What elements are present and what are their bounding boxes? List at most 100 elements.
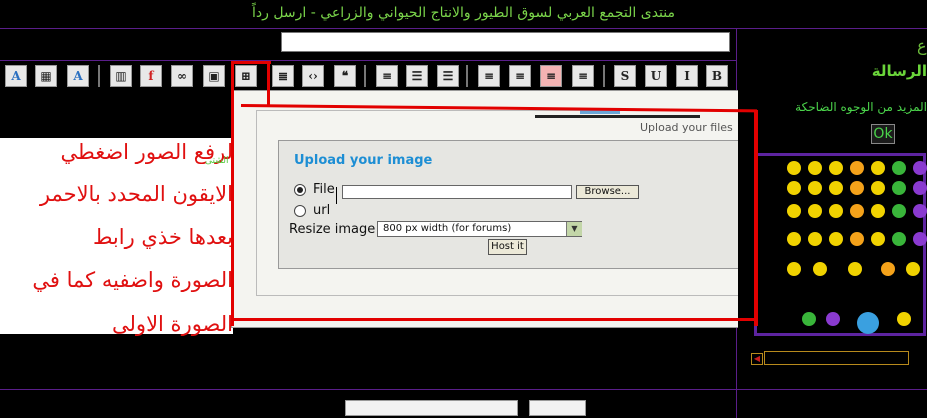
smiley-icon[interactable] — [850, 232, 864, 246]
editor-line: الايقون المحدد بالاحمر — [39, 182, 233, 206]
url-radio-label: url — [313, 203, 331, 218]
insert-quote-button[interactable]: ❝ — [334, 65, 356, 87]
toolbar-separator — [364, 65, 366, 87]
smiley-icon[interactable] — [913, 232, 927, 246]
message-heading: الرسالة — [871, 62, 927, 80]
justify-button[interactable]: ≡ — [478, 65, 500, 87]
insert-horizontal-line-button[interactable]: ≡ — [376, 65, 398, 87]
editor-line: لرفع الصور اضغطي — [60, 140, 233, 164]
smiley-icon[interactable] — [850, 204, 864, 218]
file-radio[interactable] — [294, 184, 306, 196]
align-left-button[interactable]: ≡ — [572, 65, 594, 87]
toolbar-separator — [603, 65, 605, 87]
numbered-list-button[interactable]: ☰ — [406, 65, 428, 87]
smiley-icon[interactable] — [906, 262, 920, 276]
smiley-icon[interactable] — [892, 181, 906, 195]
strikethrough-button[interactable]: S — [614, 65, 636, 87]
text-cursor — [336, 187, 337, 204]
message-editor[interactable]: لرفع الصور اضغطي الايقون المحدد بالاحمر … — [0, 138, 233, 336]
smiley-icon[interactable] — [787, 262, 801, 276]
ok-button[interactable]: Ok — [871, 124, 895, 144]
chevron-down-icon[interactable]: ▼ — [566, 222, 582, 236]
smiley-icon[interactable] — [808, 181, 822, 195]
smiley-icon[interactable] — [808, 204, 822, 218]
divider — [0, 389, 927, 390]
smiley-icon[interactable] — [913, 181, 927, 195]
more-smilies-link[interactable]: المزيد من الوجوه الضاحكة — [760, 100, 927, 114]
smiley-icon[interactable] — [829, 161, 843, 175]
smiley-icon[interactable] — [813, 262, 827, 276]
footer-button[interactable] — [529, 400, 586, 416]
file-radio-label: File — [313, 182, 335, 197]
font-face-button[interactable]: A — [67, 65, 89, 87]
insert-link-button[interactable]: ∞ — [171, 65, 193, 87]
smiley-icon[interactable] — [787, 161, 801, 175]
smiley-icon[interactable] — [808, 161, 822, 175]
smiley-icon[interactable] — [787, 204, 801, 218]
url-radio[interactable] — [294, 205, 306, 217]
toolbar-separator — [466, 65, 468, 87]
smiley-icon[interactable] — [857, 312, 879, 334]
editor-line: بعدها خذي رابط — [92, 225, 233, 249]
upload-tagline: Upload your files — [640, 121, 733, 134]
smiley-icon[interactable] — [829, 181, 843, 195]
smiley-icon[interactable] — [829, 204, 843, 218]
annotation-mark — [233, 318, 757, 321]
smiley-icon[interactable] — [897, 312, 911, 326]
insert-flash-button[interactable]: f — [140, 65, 162, 87]
italic-button[interactable]: I — [676, 65, 698, 87]
smiley-icon[interactable] — [913, 204, 927, 218]
bullet-list-button[interactable]: ☰ — [437, 65, 459, 87]
insert-code-button[interactable]: ≣ — [272, 65, 294, 87]
smiley-icon[interactable] — [787, 232, 801, 246]
smiley-icon[interactable] — [892, 204, 906, 218]
align-right-button[interactable]: ≡ — [509, 65, 531, 87]
insert-html-button[interactable]: ‹› — [302, 65, 324, 87]
divider — [0, 60, 737, 61]
smiley-icon[interactable] — [871, 181, 885, 195]
browse-button[interactable]: Browse... — [576, 185, 639, 199]
host-it-button[interactable]: Host it — [488, 239, 527, 255]
smiley-icon[interactable] — [892, 232, 906, 246]
background-color-button[interactable]: ▦ — [35, 65, 57, 87]
smiley-icon[interactable] — [913, 161, 927, 175]
smiley-icon[interactable] — [892, 161, 906, 175]
smiley-icon[interactable] — [808, 232, 822, 246]
upload-image-button[interactable]: ⊞ — [235, 65, 257, 87]
arrow-icon[interactable]: ◀ — [751, 353, 763, 365]
annotation-mark — [267, 61, 270, 107]
annotation-mark — [231, 61, 234, 326]
upload-heading: Upload your image — [294, 153, 433, 168]
bold-button[interactable]: B — [706, 65, 728, 87]
editor-line: الصورة واضفيه كما في — [32, 268, 233, 292]
file-path-input[interactable] — [342, 185, 572, 199]
panel-label: ع — [917, 36, 927, 55]
toolbar-separator — [98, 65, 100, 87]
smiley-icon[interactable] — [802, 312, 816, 326]
editor-line: الصورة الاولى — [112, 312, 233, 336]
underline-button[interactable]: U — [645, 65, 667, 87]
resize-label: Resize image — [289, 222, 376, 237]
align-center-button[interactable]: ≡ — [540, 65, 562, 87]
page-title: منتدى التجمع العربي لسوق الطيور والانتاج… — [251, 5, 676, 21]
insert-video-button[interactable]: ▥ — [110, 65, 132, 87]
text-color-button[interactable]: A — [5, 65, 27, 87]
smiley-icon[interactable] — [871, 161, 885, 175]
panel-input[interactable] — [764, 351, 909, 365]
smiley-icon[interactable] — [787, 181, 801, 195]
subject-input[interactable] — [281, 32, 730, 52]
footer-button[interactable] — [345, 400, 518, 416]
smiley-icon[interactable] — [850, 161, 864, 175]
insert-image-button[interactable]: ▣ — [203, 65, 225, 87]
smiley-icon[interactable] — [848, 262, 862, 276]
resize-select[interactable]: 800 px width (for forums) — [377, 221, 582, 237]
smiley-icon[interactable] — [871, 232, 885, 246]
smiley-icon[interactable] — [881, 262, 895, 276]
smiley-icon[interactable] — [850, 181, 864, 195]
smiley-icon[interactable] — [826, 312, 840, 326]
divider — [0, 28, 927, 29]
smiley-icon[interactable] — [829, 232, 843, 246]
annotation-mark — [231, 61, 271, 64]
annotation-mark — [754, 110, 758, 326]
smiley-icon[interactable] — [871, 204, 885, 218]
